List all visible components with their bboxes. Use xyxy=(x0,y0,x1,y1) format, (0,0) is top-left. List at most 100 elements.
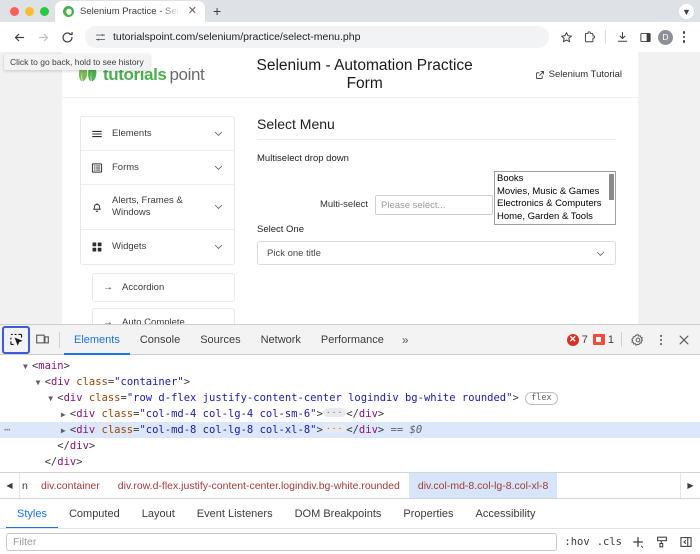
multi-select-input[interactable]: Please select... xyxy=(375,195,493,215)
inspect-element-icon[interactable] xyxy=(3,327,29,353)
hov-button[interactable]: :hov xyxy=(564,536,589,548)
listbox-option[interactable]: Home, Garden & Tools xyxy=(497,211,615,224)
sidebar-item-auto-complete[interactable]: → Auto Complete xyxy=(92,308,235,324)
error-badge[interactable]: ✕ 7 xyxy=(567,334,588,346)
listbox-scrollbar[interactable] xyxy=(609,174,614,200)
dom-token-punct: > xyxy=(512,392,518,404)
chevron-right-icon[interactable]: ▶ xyxy=(680,473,700,498)
extensions-puzzle-icon[interactable] xyxy=(579,27,599,47)
styles-tab-properties[interactable]: Properties xyxy=(392,499,464,529)
dom-tree[interactable]: ▼<main> ▼<div class="container"> ▼<div c… xyxy=(0,355,700,472)
chevron-down-icon[interactable]: ▼ xyxy=(679,4,694,19)
dom-node-row[interactable]: ⋯ ▶<div class="col-md-8 col-lg-8 col-xl-… xyxy=(0,422,700,438)
page-viewport: Click to go back, hold to see history tu… xyxy=(0,52,700,324)
tab-performance[interactable]: Performance xyxy=(311,325,394,355)
styles-tab-computed[interactable]: Computed xyxy=(58,499,131,529)
dom-node-row[interactable]: </div> xyxy=(0,438,700,454)
cls-button[interactable]: .cls xyxy=(597,536,622,548)
browser-window: Selenium Practice - Select M ✕ + ▼ tutor… xyxy=(0,0,700,554)
chevron-down-icon[interactable] xyxy=(213,162,224,173)
address-bar[interactable]: tutorialspoint.com/selenium/practice/sel… xyxy=(85,26,549,48)
filter-input[interactable]: Filter xyxy=(6,533,557,551)
collapse-triangle-icon[interactable]: ▼ xyxy=(36,375,45,391)
new-tab-button[interactable]: + xyxy=(205,1,229,22)
breadcrumb-item[interactable]: div.col-md-8.col-lg-8.col-xl-8 xyxy=(409,473,558,498)
kebab-menu-icon[interactable] xyxy=(652,331,670,349)
divider xyxy=(605,30,606,44)
sidebar-item-widgets[interactable]: Widgets xyxy=(81,230,234,264)
dom-node-row[interactable]: ▶<div class="col-md-4 col-lg-4 col-sm-6"… xyxy=(0,406,700,422)
kebab-menu-icon[interactable] xyxy=(676,31,692,43)
listbox-option[interactable]: Movies, Music & Games xyxy=(497,186,615,199)
chevron-down-icon[interactable] xyxy=(213,128,224,139)
maximize-window-button[interactable] xyxy=(40,7,49,16)
tab-sources[interactable]: Sources xyxy=(190,325,250,355)
expand-children-ellipsis[interactable]: ··· xyxy=(323,424,346,433)
listbox-option[interactable]: Electronics & Computers xyxy=(497,198,615,211)
plus-icon[interactable] xyxy=(629,533,646,550)
collapse-triangle-icon[interactable]: ▼ xyxy=(48,391,57,407)
expand-triangle-icon[interactable]: ▶ xyxy=(61,407,70,423)
breadcrumb-item[interactable]: div.container xyxy=(32,473,109,498)
collapse-triangle-icon[interactable]: ▼ xyxy=(23,359,32,375)
dom-node-row[interactable]: ▼<div class="container"> xyxy=(0,374,700,390)
sidebar-item-label: Alerts, Frames & Windows xyxy=(112,195,204,219)
tune-icon[interactable] xyxy=(95,32,106,43)
chevron-left-icon[interactable]: ◀ xyxy=(0,473,20,498)
logo-text-thin: point xyxy=(169,65,204,85)
breadcrumb-item[interactable]: n xyxy=(20,473,32,498)
sidebar-item-accordion[interactable]: → Accordion xyxy=(92,273,235,302)
warning-badge[interactable]: 1 xyxy=(593,334,614,346)
devtools-panel: Elements Console Sources Network Perform… xyxy=(0,324,700,554)
chevron-down-icon[interactable] xyxy=(595,248,606,259)
sidebar-item-forms[interactable]: Forms xyxy=(81,151,234,185)
styles-tab-layout[interactable]: Layout xyxy=(131,499,186,529)
expand-triangle-icon[interactable]: ▶ xyxy=(61,423,70,439)
sidebar-sub-label: Auto Complete xyxy=(122,317,185,324)
expand-children-ellipsis[interactable]: ··· xyxy=(323,408,346,417)
tab-elements[interactable]: Elements xyxy=(64,325,130,355)
sidebar-item-elements[interactable]: Elements xyxy=(81,117,234,151)
reload-icon[interactable] xyxy=(56,26,78,48)
selenium-tutorial-link[interactable]: Selenium Tutorial xyxy=(490,69,622,80)
multiselect-listbox[interactable]: Books Movies, Music & Games Electronics … xyxy=(494,171,616,225)
styles-tab-styles[interactable]: Styles xyxy=(6,499,58,529)
chevron-down-icon[interactable] xyxy=(213,201,224,212)
page-title: Selenium - Automation Practice Form xyxy=(239,57,490,93)
dom-row-gutter-ellipsis: ⋯ xyxy=(4,422,10,438)
dom-token-val: "row d-flex justify-content-center login… xyxy=(127,392,513,404)
tab-console[interactable]: Console xyxy=(130,325,190,355)
dom-node-row[interactable]: </div> xyxy=(0,454,700,470)
minimize-window-button[interactable] xyxy=(25,7,34,16)
close-window-button[interactable] xyxy=(10,7,19,16)
more-tabs-button[interactable]: » xyxy=(394,333,417,347)
browser-tab[interactable]: Selenium Practice - Select M ✕ xyxy=(55,1,205,22)
dom-token-tag: div xyxy=(76,424,95,436)
bookmark-star-icon[interactable] xyxy=(556,27,576,47)
chevron-down-icon[interactable] xyxy=(213,241,224,252)
arrow-left-icon[interactable] xyxy=(8,26,30,48)
gear-icon[interactable] xyxy=(629,331,647,349)
section-title: Select Menu xyxy=(257,116,616,140)
close-icon[interactable]: ✕ xyxy=(186,5,199,18)
tab-network[interactable]: Network xyxy=(251,325,311,355)
print-style-icon[interactable] xyxy=(653,533,670,550)
side-panel-icon[interactable] xyxy=(635,27,655,47)
flex-badge[interactable]: flex xyxy=(525,392,557,405)
select-one-dropdown[interactable]: Pick one title xyxy=(257,241,616,265)
dom-node-row[interactable]: ▼<main> xyxy=(0,358,700,374)
arrow-right-icon: → xyxy=(103,317,113,324)
avatar[interactable]: D xyxy=(658,30,673,45)
styles-tab-accessibility[interactable]: Accessibility xyxy=(465,499,547,529)
breadcrumb-item[interactable]: div.row.d-flex.justify-content-center.lo… xyxy=(109,473,409,498)
listbox-option[interactable]: Books xyxy=(497,173,615,186)
dom-node-row[interactable]: ▼<div class="row d-flex justify-content-… xyxy=(0,390,700,406)
close-icon[interactable] xyxy=(675,331,693,349)
downloads-icon[interactable] xyxy=(612,27,632,47)
styles-tab-event-listeners[interactable]: Event Listeners xyxy=(186,499,284,529)
sidebar-item-alerts-frames-windows[interactable]: Alerts, Frames & Windows xyxy=(81,185,234,230)
toggle-sidebar-icon[interactable] xyxy=(677,533,694,550)
device-toolbar-icon[interactable] xyxy=(29,327,55,353)
sidebar: Elements Forms xyxy=(80,116,235,265)
styles-tab-dom-breakpoints[interactable]: DOM Breakpoints xyxy=(284,499,393,529)
